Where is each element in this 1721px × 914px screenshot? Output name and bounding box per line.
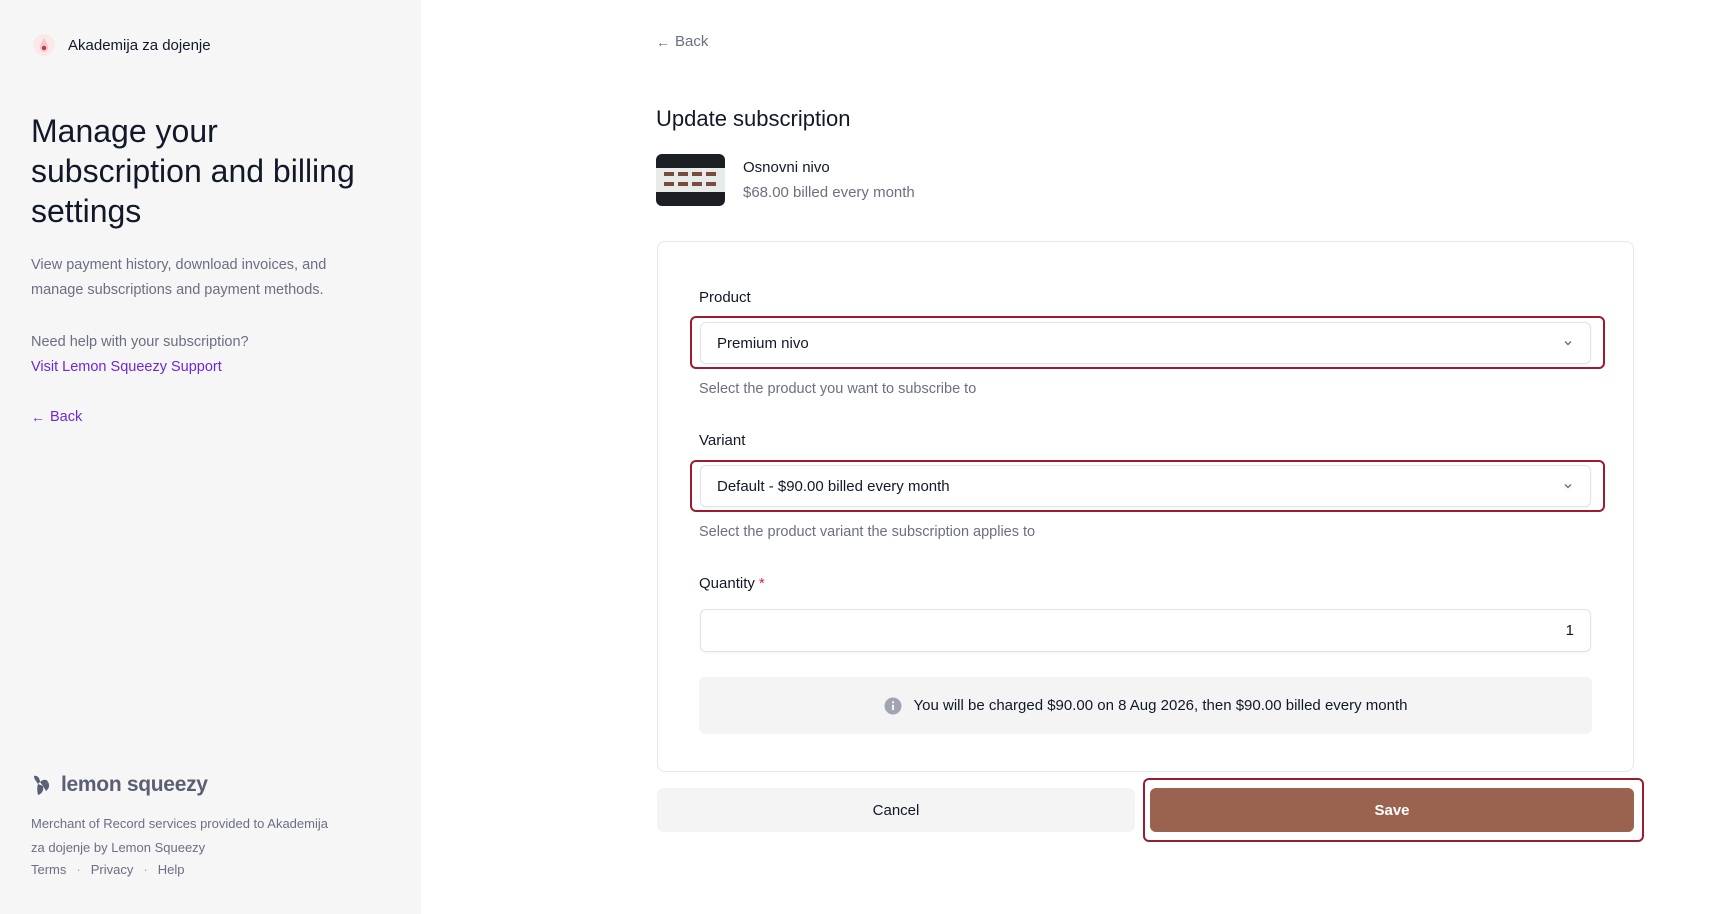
save-button[interactable]: Save (1150, 788, 1634, 832)
sidebar-title: Manage your subscription and billing set… (31, 113, 355, 229)
sidebar-back-label: Back (50, 409, 83, 425)
info-icon (884, 697, 901, 714)
charge-notice-text: You will be charged $90.00 on 8 Aug 2026… (913, 697, 1408, 714)
page-title: Update subscription (656, 106, 851, 131)
cancel-button[interactable]: Cancel (657, 788, 1135, 832)
support-link[interactable]: Visit Lemon Squeezy Support (31, 355, 222, 380)
merchant-text: Merchant of Record services provided to … (31, 816, 328, 855)
current-plan: Osnovni nivo $68.00 billed every month (656, 154, 915, 206)
quantity-label: Quantity * (699, 575, 765, 592)
product-select[interactable]: Premium nivo (700, 322, 1591, 364)
brand-logo-icon (33, 34, 55, 56)
quantity-input[interactable] (700, 609, 1591, 652)
variant-label: Variant (699, 432, 746, 449)
help-text: Need help with your subscription? (31, 334, 249, 350)
footer-link-terms[interactable]: Terms (31, 862, 66, 877)
arrow-left-icon: ← (31, 409, 45, 425)
quantity-label-text: Quantity (699, 575, 755, 592)
arrow-left-icon: ← (656, 33, 670, 50)
plan-name: Osnovni nivo (743, 159, 830, 176)
product-select-value: Premium nivo (717, 334, 809, 352)
footer-separator: · (76, 862, 81, 877)
chevron-down-icon (1564, 341, 1572, 346)
footer-links: Terms · Privacy · Help (31, 862, 184, 877)
sidebar-back-link[interactable]: ← Back (31, 405, 82, 430)
variant-select-value: Default - $90.00 billed every month (717, 477, 950, 495)
lemon-squeezy-text: lemon squeezy (61, 773, 208, 796)
plan-thumbnail (656, 154, 725, 206)
variant-hint: Select the product variant the subscript… (699, 524, 1036, 540)
brand: Akademija za dojenje (32, 33, 211, 57)
sidebar: Akademija za dojenje Manage your subscri… (0, 0, 421, 914)
sidebar-description: View payment history, download invoices,… (31, 257, 327, 298)
plan-price: $68.00 billed every month (743, 184, 915, 201)
charge-notice: You will be charged $90.00 on 8 Aug 2026… (699, 677, 1592, 734)
chevron-down-icon (1564, 484, 1572, 489)
back-link[interactable]: ← Back (656, 33, 708, 50)
required-marker: * (758, 575, 765, 592)
lemon-squeezy-logo: lemon squeezy (31, 773, 208, 797)
back-label: Back (675, 33, 709, 50)
footer-link-privacy[interactable]: Privacy (91, 862, 134, 877)
product-hint: Select the product you want to subscribe… (699, 381, 977, 397)
plan-info: Osnovni nivo $68.00 billed every month (743, 159, 915, 201)
footer-link-help[interactable]: Help (158, 862, 185, 877)
variant-select[interactable]: Default - $90.00 billed every month (700, 465, 1591, 507)
lemon-squeezy-icon (34, 775, 50, 795)
brand-name: Akademija za dojenje (68, 36, 211, 54)
footer-separator: · (143, 862, 148, 877)
product-label: Product (699, 289, 751, 306)
